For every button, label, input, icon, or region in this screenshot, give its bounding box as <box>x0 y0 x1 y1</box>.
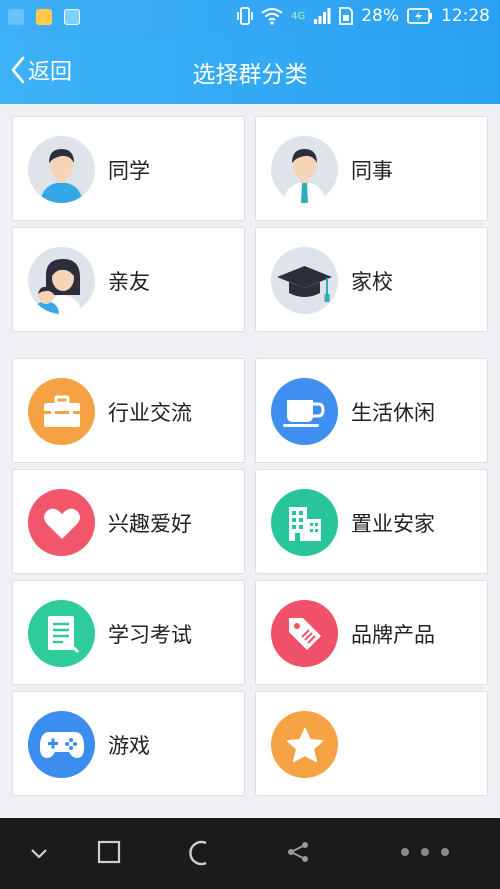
clock: 12:28 <box>441 6 490 26</box>
category-card-classmates[interactable]: 同学 <box>12 116 245 221</box>
more-icon[interactable] <box>395 840 455 864</box>
nav-bar: 返回 选择群分类 <box>0 36 500 104</box>
category-card-hobbies[interactable]: 兴趣爱好 <box>12 469 245 574</box>
buildings-icon <box>271 489 338 556</box>
category-grid: 同学 同事 亲友 家校 行业交流 生活休闲 兴趣爱好 置业安家 学习考试 品牌产… <box>12 116 488 802</box>
system-nav-bar <box>0 818 500 889</box>
category-label: 生活休闲 <box>351 401 435 425</box>
category-card-home-school[interactable]: 家校 <box>255 227 488 332</box>
notebook-icon <box>28 600 95 667</box>
category-card-colleagues[interactable]: 同事 <box>255 116 488 221</box>
student-avatar-icon <box>28 136 95 203</box>
notification-icon <box>8 9 24 25</box>
status-right: 4G 28% 12:28 <box>237 6 490 26</box>
category-card-real-estate[interactable]: 置业安家 <box>255 469 488 574</box>
category-card-games[interactable]: 游戏 <box>12 691 245 796</box>
category-label: 置业安家 <box>351 512 435 536</box>
signal-icon <box>314 8 331 24</box>
page-title: 选择群分类 <box>192 62 308 88</box>
network-type: 4G <box>291 10 306 22</box>
category-label: 游戏 <box>108 734 150 758</box>
status-left-icons <box>8 9 80 25</box>
lock-app-icon <box>36 9 52 25</box>
category-label: 家校 <box>351 270 393 294</box>
family-avatar-icon <box>28 247 95 314</box>
wifi-icon <box>261 8 283 25</box>
tag-icon <box>271 600 338 667</box>
category-card-brands[interactable]: 品牌产品 <box>255 580 488 685</box>
battery-charging-icon <box>407 8 432 24</box>
category-label: 同事 <box>351 159 393 183</box>
category-label: 品牌产品 <box>351 623 435 647</box>
briefcase-icon <box>28 378 95 445</box>
home-circle-icon[interactable] <box>188 840 214 866</box>
category-card-other[interactable] <box>255 691 488 796</box>
coffee-cup-icon <box>271 378 338 445</box>
category-card-study[interactable]: 学习考试 <box>12 580 245 685</box>
gamepad-icon <box>28 711 95 778</box>
status-bar: 4G 28% 12:28 <box>0 0 500 36</box>
share-icon[interactable] <box>286 840 310 864</box>
sim-icon <box>339 7 354 25</box>
vibrate-icon <box>237 7 253 25</box>
colleague-avatar-icon <box>271 136 338 203</box>
category-label: 亲友 <box>108 270 150 294</box>
star-icon <box>271 711 338 778</box>
app-notification-icon <box>64 9 80 25</box>
battery-percent: 28% <box>361 6 399 26</box>
category-card-industry[interactable]: 行业交流 <box>12 358 245 463</box>
category-card-family[interactable]: 亲友 <box>12 227 245 332</box>
heart-icon <box>28 489 95 556</box>
chevron-down-icon[interactable] <box>30 848 48 860</box>
category-label: 学习考试 <box>108 623 192 647</box>
category-label: 行业交流 <box>108 401 192 425</box>
recents-square-icon[interactable] <box>97 840 121 864</box>
category-label: 兴趣爱好 <box>108 512 192 536</box>
category-label: 同学 <box>108 159 150 183</box>
category-card-leisure[interactable]: 生活休闲 <box>255 358 488 463</box>
graduation-cap-icon <box>271 247 338 314</box>
